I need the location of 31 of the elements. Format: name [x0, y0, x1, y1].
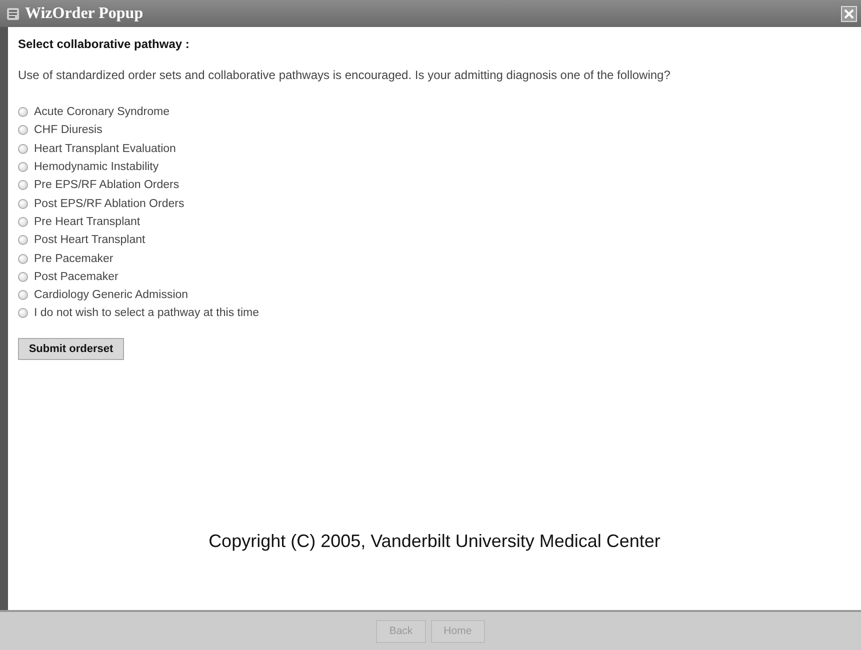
option-label[interactable]: Cardiology Generic Admission: [34, 289, 188, 302]
option-label[interactable]: Pre Pacemaker: [34, 252, 114, 265]
option-label[interactable]: Pre Heart Transplant: [34, 216, 140, 228]
radio-button[interactable]: [18, 162, 28, 172]
radio-button[interactable]: [18, 125, 28, 136]
radio-button[interactable]: [18, 308, 28, 318]
option-label[interactable]: Post Pacemaker: [34, 270, 118, 283]
radio-button[interactable]: [18, 107, 28, 118]
section-heading: Select collaborative pathway :: [18, 37, 190, 51]
radio-button[interactable]: [18, 235, 28, 246]
window-title: WizOrder Popup: [25, 4, 144, 22]
option-label[interactable]: Acute Coronary Syndrome: [34, 106, 170, 118]
radio-button[interactable]: [18, 144, 28, 154]
option-label[interactable]: Pre EPS/RF Ablation Orders: [34, 179, 180, 192]
radio-button[interactable]: [18, 254, 28, 264]
option-label[interactable]: CHF Diuresis: [34, 124, 102, 136]
radio-button[interactable]: [18, 290, 28, 300]
option-label[interactable]: Post EPS/RF Ablation Orders: [34, 198, 184, 210]
radio-button[interactable]: [18, 198, 28, 209]
option-label[interactable]: Heart Transplant Evaluation: [34, 142, 176, 155]
option-label[interactable]: Post Heart Transplant: [34, 234, 146, 246]
close-button[interactable]: [841, 6, 857, 22]
option-label[interactable]: I do not wish to select a pathway at this time: [34, 307, 260, 320]
option-label[interactable]: Hemodynamic Instability: [34, 161, 159, 174]
copyright-text: Copyright (C) 2005, Vanderbilt University Medical Center: [208, 530, 662, 552]
app-icon: [6, 6, 20, 20]
radio-button[interactable]: [18, 180, 28, 190]
prompt-text: Use of standardized order sets and collaborative pathways is encouraged. Is your admitting diagnosis one of the following?: [18, 68, 672, 82]
radio-button[interactable]: [18, 272, 28, 282]
radio-button[interactable]: [18, 216, 28, 227]
submit-button[interactable]: Submit orderset: [18, 338, 124, 360]
